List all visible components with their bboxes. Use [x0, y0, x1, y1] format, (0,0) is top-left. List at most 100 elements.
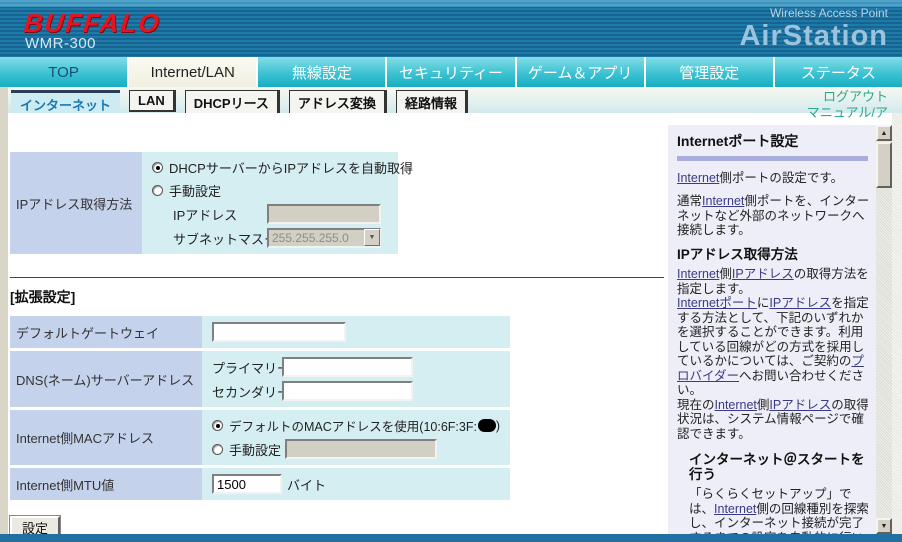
quick-links: ログアウト マニュアル/ア [807, 89, 888, 121]
dns-value: プライマリー: セカンダリー: [202, 351, 510, 407]
mac-address-row: Internet側MACアドレス デフォルトのMACアドレスを使用(10:6F:… [10, 410, 668, 465]
dhcp-auto-label[interactable]: DHCPサーバーからIPアドレスを自動取得 [169, 158, 413, 177]
tab-admin-settings[interactable]: 管理設定 [645, 57, 775, 87]
right-edge-strip [892, 113, 902, 534]
help-divider [677, 155, 868, 161]
tab-status[interactable]: ステータス [774, 57, 902, 87]
help-atstart-section: インターネット＠スタートを行う 「らくらくセットアップ」では、Internet側… [689, 452, 870, 534]
airstation-logo: AirStation [739, 20, 888, 52]
help-link[interactable]: Internet [715, 398, 757, 412]
ip-address-input[interactable] [267, 204, 381, 224]
mac-default-label[interactable]: デフォルトのMACアドレスを使用(10:6F:3F: [229, 416, 477, 435]
left-border-strip [0, 87, 8, 534]
ip-method-label: IPアドレス取得方法 [10, 152, 142, 254]
mac-address-value: デフォルトのMACアドレスを使用(10:6F:3F:) 手動設定 [202, 410, 510, 465]
ip-address-field: IPアドレス [173, 204, 388, 224]
mtu-row: Internet側MTU値 バイト [10, 468, 668, 500]
dns-primary-input[interactable] [282, 357, 413, 377]
apply-button[interactable]: 設定 [9, 515, 61, 534]
gateway-label: デフォルトゲートウェイ [10, 316, 202, 348]
tab-top[interactable]: TOP [0, 57, 130, 87]
dropdown-arrow-icon[interactable]: ▼ [364, 229, 380, 246]
airstation-branding: Wireless Access Point AirStation [739, 7, 888, 51]
scrollbar-thumb[interactable] [876, 142, 892, 188]
sub-nav-bar: インターネット LAN DHCPリース アドレス変換 経路情報 [8, 87, 902, 117]
tab-game-apps[interactable]: ゲーム＆アプリ [516, 57, 646, 87]
mac-manual-label[interactable]: 手動設定 [229, 440, 281, 459]
header-top-band [0, 0, 902, 7]
main-content: IPアドレス取得方法 DHCPサーバーからIPアドレスを自動取得 手動設定 IP… [8, 113, 668, 534]
model-name: WMR-300 [25, 35, 97, 52]
mtu-input[interactable] [212, 474, 282, 494]
manual-ip-label[interactable]: 手動設定 [169, 181, 221, 200]
help-paragraph: InternetポートにIPアドレスを指定する方法として、下記のいずれかを選択す… [677, 296, 869, 397]
mac-default-radio[interactable] [212, 420, 223, 431]
help-link[interactable]: Internet [677, 267, 719, 281]
mac-manual-option: 手動設定 [212, 439, 500, 459]
gateway-row: デフォルトゲートウェイ [10, 316, 668, 348]
ip-address-label: IPアドレス [173, 207, 238, 223]
gateway-value [202, 316, 510, 348]
subnet-mask-value: 255.255.255.0 [272, 231, 349, 245]
subnav-lan[interactable]: LAN [129, 90, 176, 112]
help-paragraph: Internet側ポートの設定です。 [677, 170, 844, 185]
extended-settings-heading: [拡張設定] [10, 289, 76, 305]
subnet-mask-label: サブネットマスク [173, 231, 278, 247]
tagline: Wireless Access Point [769, 6, 888, 20]
help-link[interactable]: IPアドレス [732, 267, 794, 281]
mac-address-label: Internet側MACアドレス [10, 410, 202, 465]
mtu-unit: バイト [287, 477, 327, 493]
help-title: Internetポート設定 [677, 133, 799, 149]
mtu-value-cell: バイト [202, 468, 510, 500]
bottom-bar [0, 534, 902, 542]
scroll-down-icon[interactable]: ▼ [876, 518, 892, 534]
tab-internet-lan[interactable]: Internet/LAN [129, 57, 259, 87]
tab-wireless-settings[interactable]: 無線設定 [258, 57, 388, 87]
dhcp-auto-radio[interactable] [152, 162, 163, 173]
scroll-up-icon[interactable]: ▲ [876, 125, 892, 141]
app-header: BUFFALO WMR-300 Wireless Access Point Ai… [0, 0, 902, 57]
help-heading-atstart: インターネット＠スタートを行う [689, 452, 865, 482]
help-link[interactable]: Internet [702, 194, 744, 208]
dns-secondary-field: セカンダリー: [212, 381, 500, 401]
tab-security[interactable]: セキュリティー [387, 57, 517, 87]
mac-manual-radio[interactable] [212, 443, 223, 455]
manual-link[interactable]: マニュアル/ア [807, 105, 888, 121]
dns-label: DNS(ネーム)サーバーアドレス [10, 351, 202, 407]
mac-address-redacted [477, 419, 496, 432]
help-paragraph: 現在のInternet側IPアドレスの取得状況は、システム情報ページで確認できま… [677, 397, 869, 441]
section-divider [10, 277, 664, 278]
dhcp-auto-option: DHCPサーバーからIPアドレスを自動取得 [152, 158, 413, 177]
mac-default-option: デフォルトのMACアドレスを使用(10:6F:3F:) [212, 416, 500, 435]
help-scrollbar[interactable]: ▲ ▼ [876, 125, 892, 534]
mac-default-suffix: ) [495, 418, 500, 433]
extended-settings-table: デフォルトゲートウェイ DNS(ネーム)サーバーアドレス プライマリー: セカン… [10, 316, 668, 500]
subnet-mask-field: サブネットマスク 255.255.255.0 ▼ [173, 228, 388, 248]
help-link[interactable]: Internet [714, 502, 756, 516]
gateway-input[interactable] [212, 322, 346, 342]
dns-primary-label: プライマリー: [212, 360, 294, 376]
help-paragraph: Internet側IPアドレスの取得方法を指定します。 [677, 267, 869, 296]
dns-secondary-input[interactable] [282, 381, 413, 401]
subnet-mask-select[interactable]: 255.255.255.0 ▼ [267, 228, 381, 248]
help-paragraph: 通常Internet側ポートを、インターネットなど外部のネットワークへ 接続しま… [677, 194, 870, 237]
ip-method-table: IPアドレス取得方法 DHCPサーバーからIPアドレスを自動取得 手動設定 IP… [10, 152, 668, 254]
help-link[interactable]: Internetポート [677, 296, 757, 310]
main-tab-bar: TOP Internet/LAN 無線設定 セキュリティー ゲーム＆アプリ 管理… [0, 57, 902, 87]
help-link[interactable]: IPアドレス [769, 398, 831, 412]
help-link[interactable]: Internet [677, 171, 719, 185]
help-paragraph: 「らくらくセットアップ」では、Internet側の回線種別を探索し、インターネッ… [689, 487, 869, 534]
ip-method-value: DHCPサーバーからIPアドレスを自動取得 手動設定 IPアドレス サブネットマ… [142, 152, 413, 254]
mac-manual-input[interactable] [285, 439, 438, 459]
logout-link[interactable]: ログアウト [807, 89, 888, 105]
mtu-field: バイト [212, 474, 500, 494]
dns-row: DNS(ネーム)サーバーアドレス プライマリー: セカンダリー: [10, 351, 668, 407]
manual-ip-option: 手動設定 [152, 181, 388, 200]
mtu-label: Internet側MTU値 [10, 468, 202, 500]
manual-ip-radio[interactable] [152, 185, 163, 196]
help-heading-ip-method: IPアドレス取得方法 [677, 246, 798, 262]
ip-method-row: IPアドレス取得方法 DHCPサーバーからIPアドレスを自動取得 手動設定 IP… [10, 152, 668, 254]
help-link[interactable]: IPアドレス [769, 296, 831, 310]
dns-primary-field: プライマリー: [212, 357, 500, 377]
dns-secondary-label: セカンダリー: [212, 384, 294, 400]
